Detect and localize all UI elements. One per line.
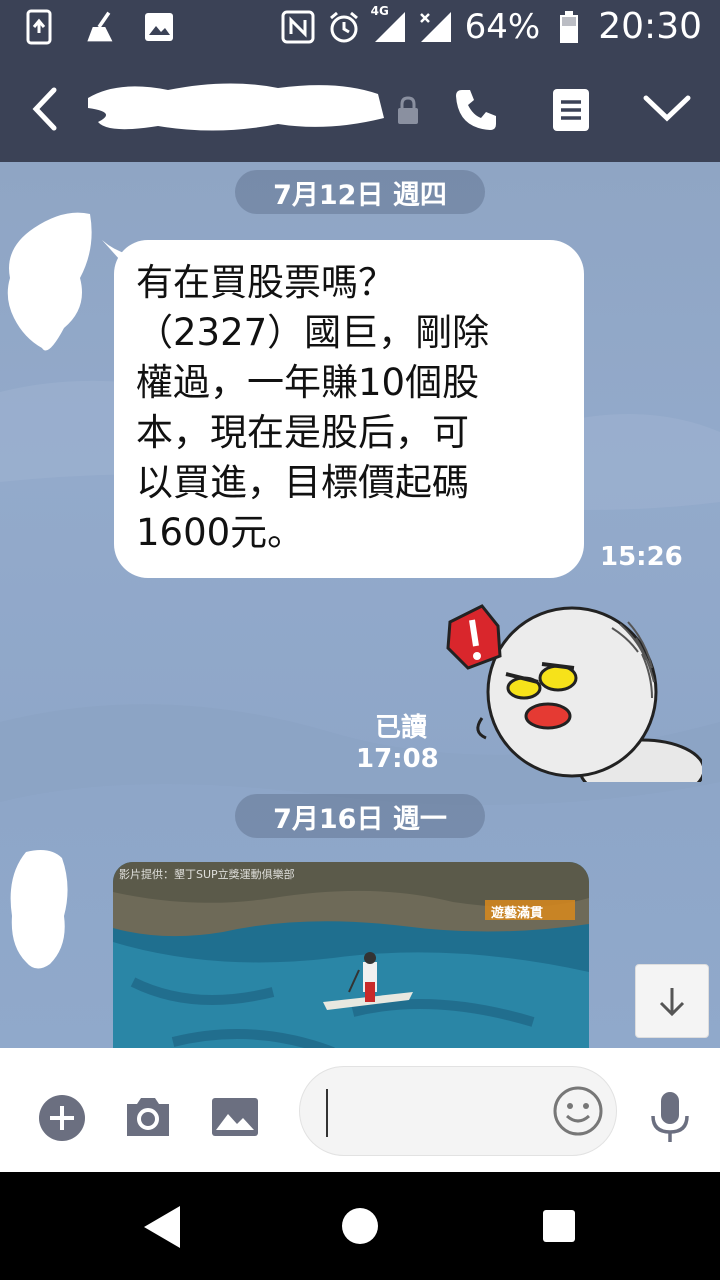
nav-home-icon: [342, 1208, 378, 1244]
signal-x-icon: [419, 10, 453, 44]
screen-rotate-icon: [22, 9, 56, 45]
battery-icon: [552, 10, 586, 44]
camera-icon: [127, 1098, 169, 1136]
image-icon: [212, 1098, 258, 1136]
video-watermark: 遊藝滿貫: [491, 906, 544, 921]
cleaner-icon: [82, 10, 116, 44]
add-button[interactable]: [38, 1094, 86, 1142]
video-caption: 影片提供：墾丁SUP立獎運動俱樂部: [119, 868, 295, 881]
notes-button[interactable]: [550, 86, 592, 134]
avatar[interactable]: [6, 846, 72, 976]
emoji-icon: [553, 1086, 603, 1136]
message-text: 有在買股票嗎？ （2327）國巨，剛除 權過，一年賺10個股 本，現在是股后，可…: [136, 261, 490, 554]
status-bar: 4G 64% 20:30: [0, 0, 720, 56]
lock-icon: [396, 96, 420, 126]
chat-header: [0, 56, 720, 162]
system-nav-bar: [0, 1172, 720, 1280]
nfc-icon: [281, 10, 315, 44]
message-input[interactable]: [299, 1066, 617, 1156]
video-message[interactable]: 影片提供：墾丁SUP立獎運動俱樂部 遊藝滿貫: [113, 862, 589, 1048]
signal-icon: 4G: [371, 4, 407, 44]
nav-recent-button[interactable]: [541, 1208, 577, 1244]
call-button[interactable]: [452, 86, 500, 134]
clock: 20:30: [598, 6, 702, 47]
message-bubble[interactable]: 有在買股票嗎？ （2327）國巨，剛除 權過，一年賺10個股 本，現在是股后，可…: [114, 240, 584, 578]
text-caret: [326, 1089, 328, 1137]
sticker-time: 17:08: [356, 744, 439, 774]
input-bar: [0, 1048, 720, 1172]
voice-button[interactable]: [648, 1090, 692, 1146]
date-separator: 7月12日 週四: [235, 170, 485, 214]
angry-mochi-sticker[interactable]: [442, 598, 706, 802]
nav-recent-icon: [543, 1210, 575, 1242]
nav-home-button[interactable]: [340, 1206, 380, 1246]
plus-icon: [39, 1095, 85, 1141]
nav-back-button[interactable]: [142, 1204, 182, 1250]
microphone-icon: [651, 1092, 689, 1142]
battery-percent: 64%: [464, 6, 541, 47]
avatar[interactable]: [4, 208, 96, 360]
gallery-button[interactable]: [210, 1096, 260, 1138]
phone-icon: [456, 90, 496, 130]
chevron-down-icon: [643, 95, 691, 122]
gallery-icon: [142, 10, 176, 44]
nav-back-icon: [144, 1206, 180, 1248]
arrow-down-icon: [659, 988, 685, 1017]
back-arrow-icon: [32, 87, 57, 131]
date-separator: 7月16日 週一: [235, 794, 485, 838]
read-receipt: 已讀: [374, 713, 427, 743]
redacted-contact-name: [78, 78, 388, 136]
menu-toggle-button[interactable]: [640, 88, 694, 128]
video-thumbnail: [113, 862, 589, 1048]
scroll-to-bottom-button[interactable]: [635, 964, 709, 1038]
alarm-icon: [327, 10, 361, 44]
camera-button[interactable]: [123, 1094, 173, 1140]
notes-icon: [553, 89, 589, 131]
message-time: 15:26: [600, 542, 683, 572]
emoji-button[interactable]: [552, 1085, 604, 1137]
back-button[interactable]: [24, 82, 72, 136]
chat-area[interactable]: 7月12日 週四 有在買股票嗎？ （2327）國巨，剛除 權過，一年賺10個股 …: [0, 162, 720, 1048]
